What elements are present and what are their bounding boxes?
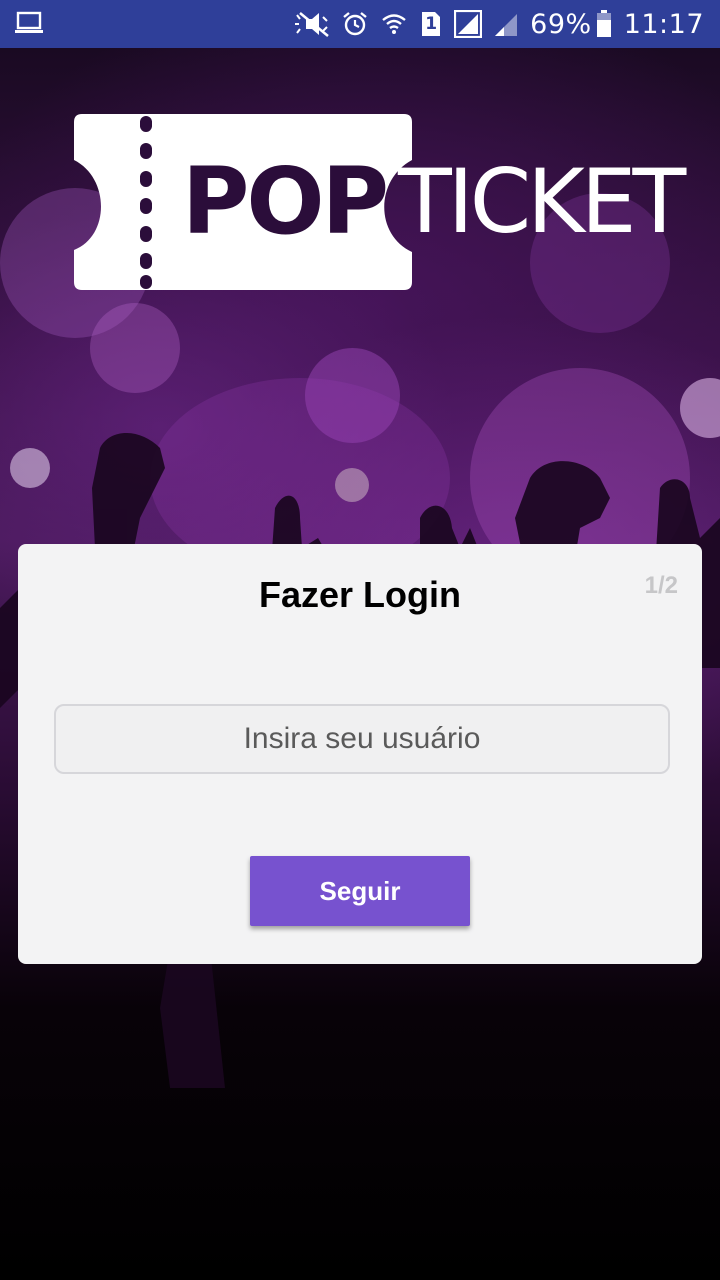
login-title: Fazer Login bbox=[258, 574, 461, 615]
pop-ticket-logo: POP TICKET bbox=[0, 0, 720, 340]
logo-pop-text: POP bbox=[182, 148, 389, 255]
logo-ticket-text: TICKET bbox=[398, 150, 686, 253]
step-indicator: 1/2 bbox=[644, 572, 678, 599]
username-input[interactable] bbox=[54, 704, 670, 774]
follow-button[interactable]: Seguir bbox=[250, 856, 470, 926]
login-card: Fazer Login 1/2 Seguir bbox=[18, 544, 702, 964]
